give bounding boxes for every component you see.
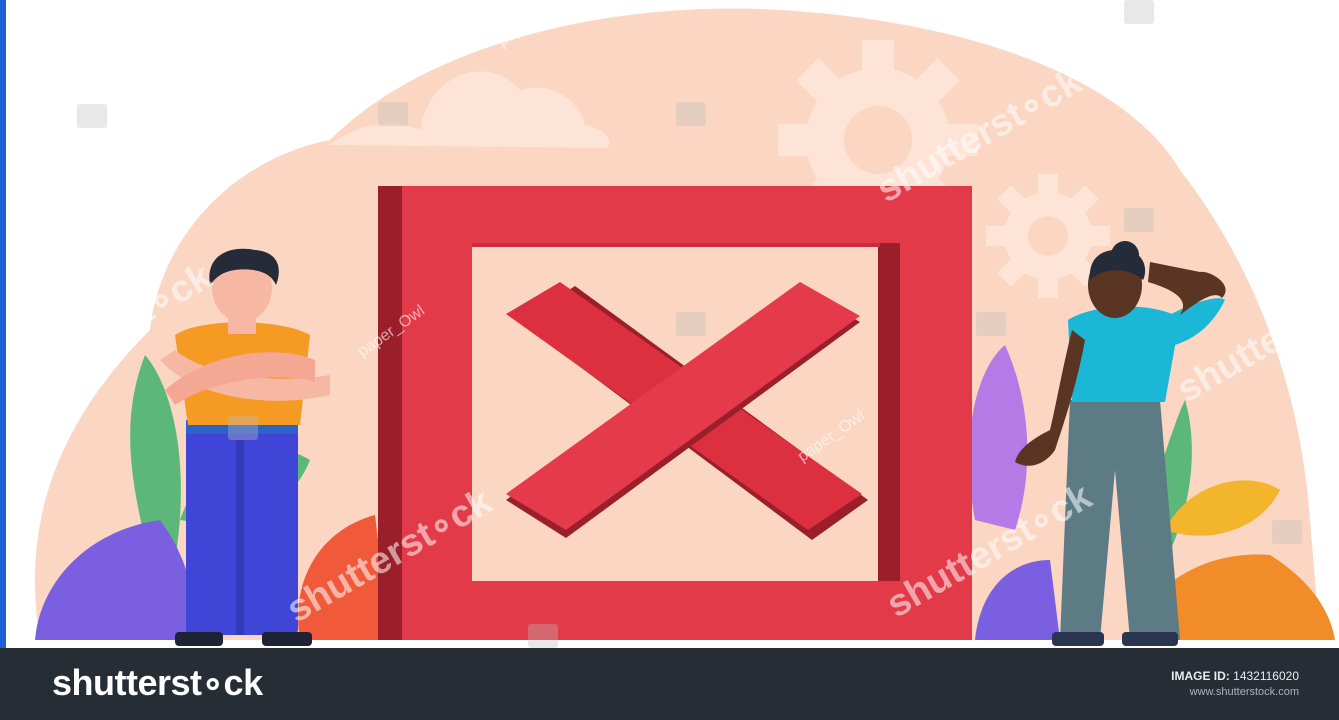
image-id-value: 1432116020 xyxy=(1233,669,1299,683)
image-id: IMAGE ID: 1432116020 xyxy=(1171,669,1299,683)
image-id-label: IMAGE ID: xyxy=(1171,669,1230,683)
shutterstock-logo: shutterst∘ck xyxy=(52,662,263,703)
footer-bar: shutterst∘ck IMAGE ID: 1432116020 www.sh… xyxy=(0,648,1339,720)
illustration xyxy=(34,8,1335,646)
footer-url: www.shutterstock.com xyxy=(1189,686,1299,698)
